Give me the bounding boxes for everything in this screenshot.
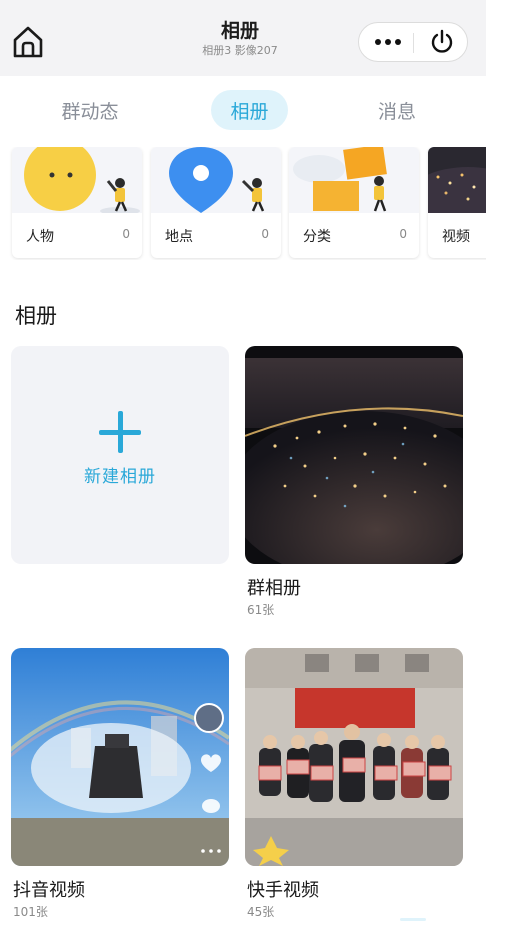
people-illustration xyxy=(12,147,142,213)
places-illustration xyxy=(151,147,281,213)
category-name: 地点 xyxy=(165,229,193,245)
home-icon xyxy=(13,26,43,58)
album-thumbnail xyxy=(11,648,229,866)
mini-program-capsule xyxy=(358,22,468,62)
page-title: 相册 xyxy=(220,20,259,42)
classify-illustration xyxy=(289,147,419,213)
category-count: 0 xyxy=(399,227,407,241)
home-indicator xyxy=(400,918,426,921)
plus-icon xyxy=(99,411,141,453)
album-card-group[interactable]: 群相册 61张 xyxy=(245,346,463,626)
page-subtitle: 相册3 影像207 xyxy=(202,44,278,57)
album-thumbnail xyxy=(245,346,463,564)
new-album-button[interactable]: 新建相册 xyxy=(11,346,229,564)
tab-group-feed[interactable]: 群动态 xyxy=(50,90,130,130)
album-card-douyin[interactable]: 抖音视频 101张 xyxy=(11,648,229,923)
tab-messages[interactable]: 消息 xyxy=(362,90,432,130)
album-card-kuaishou[interactable]: 快手视频 45张 xyxy=(245,648,463,923)
album-name: 抖音视频 xyxy=(13,880,85,901)
tab-albums[interactable]: 相册 xyxy=(211,90,288,130)
album-name: 群相册 xyxy=(247,578,301,599)
section-title: 相册 xyxy=(15,304,57,328)
category-name: 分类 xyxy=(303,229,331,245)
album-thumbnail xyxy=(245,648,463,866)
new-album-label: 新建相册 xyxy=(84,467,156,487)
title-block: 相册 相册3 影像207 xyxy=(160,19,320,58)
videos-thumbnail xyxy=(428,147,486,213)
album-count: 61张 xyxy=(247,603,275,617)
more-dots-icon xyxy=(375,39,401,45)
more-button[interactable] xyxy=(367,23,409,61)
category-card-videos[interactable]: 视频 xyxy=(428,147,486,258)
category-card-people[interactable]: 人物 0 xyxy=(12,147,142,258)
category-count: 0 xyxy=(261,227,269,241)
close-button[interactable] xyxy=(421,23,463,61)
capsule-divider xyxy=(413,33,414,53)
tab-bar: 群动态 相册 消息 xyxy=(0,86,486,132)
category-name: 视频 xyxy=(442,229,470,245)
category-strip: 人物 0 地点 0 分类 0 视频 xyxy=(0,147,486,260)
top-nav-bar: 相册 相册3 影像207 xyxy=(0,0,486,76)
home-button[interactable] xyxy=(10,24,46,60)
album-name: 快手视频 xyxy=(247,880,319,901)
power-icon xyxy=(431,29,453,53)
category-count: 0 xyxy=(122,227,130,241)
category-card-classify[interactable]: 分类 0 xyxy=(289,147,419,258)
category-card-places[interactable]: 地点 0 xyxy=(151,147,281,258)
album-count: 101张 xyxy=(13,905,48,919)
album-count: 45张 xyxy=(247,905,275,919)
category-name: 人物 xyxy=(26,229,54,245)
